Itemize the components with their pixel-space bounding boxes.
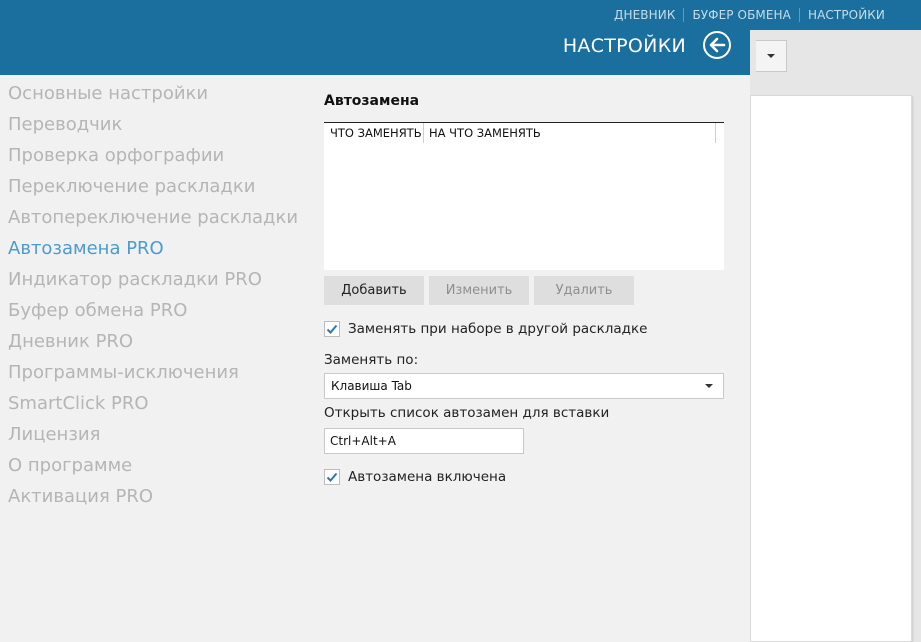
column-header-what[interactable]: ЧТО ЗАМЕНЯТЬ bbox=[324, 123, 424, 143]
settings-header: НАСТРОЙКИ bbox=[0, 30, 750, 75]
autoreplace-enabled-label: Автозамена включена bbox=[348, 469, 507, 485]
autoreplace-enabled-checkbox[interactable] bbox=[324, 469, 340, 485]
replace-by-select[interactable]: Клавиша Tab bbox=[324, 373, 724, 399]
settings-panel: НАСТРОЙКИ Основные настройки Переводчик … bbox=[0, 30, 750, 642]
back-button[interactable] bbox=[703, 31, 731, 59]
background-content-panel bbox=[750, 95, 912, 642]
replace-other-layout-label: Заменять при наборе в другой раскладке bbox=[348, 321, 648, 337]
nav-item-smartclick[interactable]: SmartClick PRO bbox=[8, 391, 308, 422]
topnav-settings-link[interactable]: НАСТРОЙКИ bbox=[800, 8, 885, 22]
nav-item-about[interactable]: О программе bbox=[8, 453, 308, 484]
table-header: ЧТО ЗАМЕНЯТЬ НА ЧТО ЗАМЕНЯТЬ bbox=[324, 123, 724, 143]
nav-item-activation[interactable]: Активация PRO bbox=[8, 484, 308, 515]
nav-item-auto-layout-switch[interactable]: Автопереключение раскладки bbox=[8, 205, 308, 236]
open-list-hotkey-field[interactable]: Ctrl+Alt+A bbox=[324, 428, 524, 454]
section-title: Автозамена bbox=[324, 93, 420, 109]
nav-item-general[interactable]: Основные настройки bbox=[8, 81, 308, 112]
topnav-diary-link[interactable]: ДНЕВНИК bbox=[606, 8, 685, 22]
replace-by-value: Клавиша Tab bbox=[331, 379, 412, 393]
edit-button[interactable]: Изменить bbox=[429, 276, 529, 305]
app-top-bar: ДНЕВНИК БУФЕР ОБМЕНА НАСТРОЙКИ bbox=[0, 0, 921, 30]
replace-by-label: Заменять по: bbox=[324, 352, 419, 368]
nav-item-clipboard[interactable]: Буфер обмена PRO bbox=[8, 298, 308, 329]
nav-item-spellcheck[interactable]: Проверка орфографии bbox=[8, 143, 308, 174]
chevron-down-icon bbox=[705, 384, 713, 388]
autoreplace-table[interactable]: ЧТО ЗАМЕНЯТЬ НА ЧТО ЗАМЕНЯТЬ bbox=[324, 122, 724, 270]
nav-item-autoreplace[interactable]: Автозамена PRO bbox=[8, 236, 308, 267]
top-navigation: ДНЕВНИК БУФЕР ОБМЕНА НАСТРОЙКИ bbox=[606, 8, 885, 22]
add-button[interactable]: Добавить bbox=[324, 276, 424, 305]
nav-item-diary[interactable]: Дневник PRO bbox=[8, 329, 308, 360]
settings-title: НАСТРОЙКИ bbox=[562, 35, 686, 57]
nav-item-translator[interactable]: Переводчик bbox=[8, 112, 308, 143]
topnav-clipboard-link[interactable]: БУФЕР ОБМЕНА bbox=[684, 8, 800, 22]
nav-item-license[interactable]: Лицензия bbox=[8, 422, 308, 453]
nav-item-excluded-programs[interactable]: Программы-исключения bbox=[8, 360, 308, 391]
nav-item-layout-indicator[interactable]: Индикатор раскладки PRO bbox=[8, 267, 308, 298]
checkmark-icon bbox=[326, 324, 338, 334]
arrow-left-circle-icon bbox=[709, 37, 726, 53]
replace-other-layout-checkbox[interactable] bbox=[324, 321, 340, 337]
open-list-label: Открыть список автозамен для вставки bbox=[324, 405, 610, 421]
nav-item-layout-switch[interactable]: Переключение раскладки bbox=[8, 174, 308, 205]
table-actions: Добавить Изменить Удалить bbox=[324, 276, 634, 305]
delete-button[interactable]: Удалить bbox=[534, 276, 634, 305]
settings-nav: Основные настройки Переводчик Проверка о… bbox=[8, 81, 308, 515]
replace-other-layout-option[interactable]: Заменять при наборе в другой раскладке bbox=[324, 321, 647, 337]
column-header-replacement[interactable]: НА ЧТО ЗАМЕНЯТЬ bbox=[424, 123, 716, 143]
chevron-down-icon bbox=[767, 54, 775, 58]
checkmark-icon bbox=[326, 472, 338, 482]
autoreplace-enabled-option[interactable]: Автозамена включена bbox=[324, 469, 506, 485]
background-dropdown-button[interactable] bbox=[756, 40, 787, 72]
